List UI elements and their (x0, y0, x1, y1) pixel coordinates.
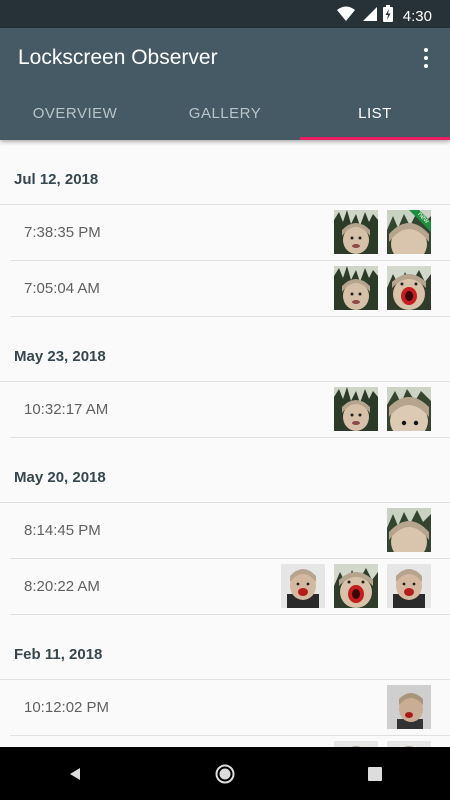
navigation-bar (0, 747, 450, 800)
thumbnail-strip (387, 508, 431, 552)
photo-thumbnail[interactable] (334, 210, 378, 254)
photo-thumbnail[interactable] (281, 564, 325, 608)
photo-list[interactable]: Jul 12, 2018 7:38:35 PM new 7:05:04 AM May 2… (0, 140, 450, 747)
list-item[interactable]: 8:20:22 AM (10, 559, 450, 615)
date-header: May 23, 2018 (0, 317, 450, 382)
back-icon (70, 767, 80, 780)
thumbnail-strip (281, 564, 431, 608)
entry-time: 10:32:17 AM (24, 401, 109, 418)
recents-button[interactable] (355, 754, 395, 794)
photo-thumbnail[interactable] (387, 685, 431, 729)
app-bar: Lockscreen Observer OVERVIEW GALLERY LIS… (0, 28, 450, 140)
tab-bar: OVERVIEW GALLERY LIST (0, 90, 450, 140)
overflow-menu-icon[interactable] (416, 46, 436, 70)
thumbnail-strip: new (334, 210, 431, 254)
thumbnail-strip (387, 685, 431, 729)
list-item[interactable]: 7:05:04 AM (10, 261, 450, 317)
entry-time: 7:05:04 AM (24, 280, 100, 297)
thumbnail-strip (334, 387, 431, 431)
list-item[interactable]: 7:17:00 PM (10, 736, 450, 747)
photo-thumbnail[interactable] (334, 564, 378, 608)
battery-charging-icon (382, 5, 393, 27)
tab-gallery[interactable]: GALLERY (150, 90, 300, 140)
photo-thumbnail[interactable] (387, 387, 431, 431)
tab-overview[interactable]: OVERVIEW (0, 90, 150, 140)
list-item[interactable]: 10:32:17 AM (10, 382, 450, 438)
entry-time: 7:38:35 PM (24, 224, 101, 241)
photo-thumbnail[interactable] (334, 266, 378, 310)
thumbnail-strip (334, 266, 431, 310)
signal-icon (361, 6, 377, 27)
list-item[interactable]: 10:12:02 PM (10, 680, 450, 736)
home-button[interactable] (205, 754, 245, 794)
app-title: Lockscreen Observer (18, 46, 218, 69)
home-icon (215, 764, 235, 783)
back-button[interactable] (55, 754, 95, 794)
status-bar: 4:30 (0, 0, 450, 28)
recents-icon (368, 766, 382, 781)
photo-thumbnail[interactable] (387, 564, 431, 608)
list-item[interactable]: 8:14:45 PM (10, 503, 450, 559)
entry-time: 8:14:45 PM (24, 522, 101, 539)
photo-thumbnail[interactable]: new (387, 210, 431, 254)
wifi-icon (336, 6, 355, 27)
date-header: Feb 11, 2018 (0, 615, 450, 680)
photo-thumbnail[interactable] (387, 508, 431, 552)
tab-list[interactable]: LIST (300, 90, 450, 140)
clock-time: 4:30 (402, 7, 432, 25)
list-item[interactable]: 7:38:35 PM new (10, 205, 450, 261)
entry-time: 8:20:22 AM (24, 578, 100, 595)
status-icons: 4:30 (336, 5, 432, 27)
photo-thumbnail[interactable] (387, 266, 431, 310)
date-header: May 20, 2018 (0, 438, 450, 503)
date-header: Jul 12, 2018 (0, 140, 450, 205)
entry-time: 10:12:02 PM (24, 699, 110, 716)
photo-thumbnail[interactable] (334, 387, 378, 431)
